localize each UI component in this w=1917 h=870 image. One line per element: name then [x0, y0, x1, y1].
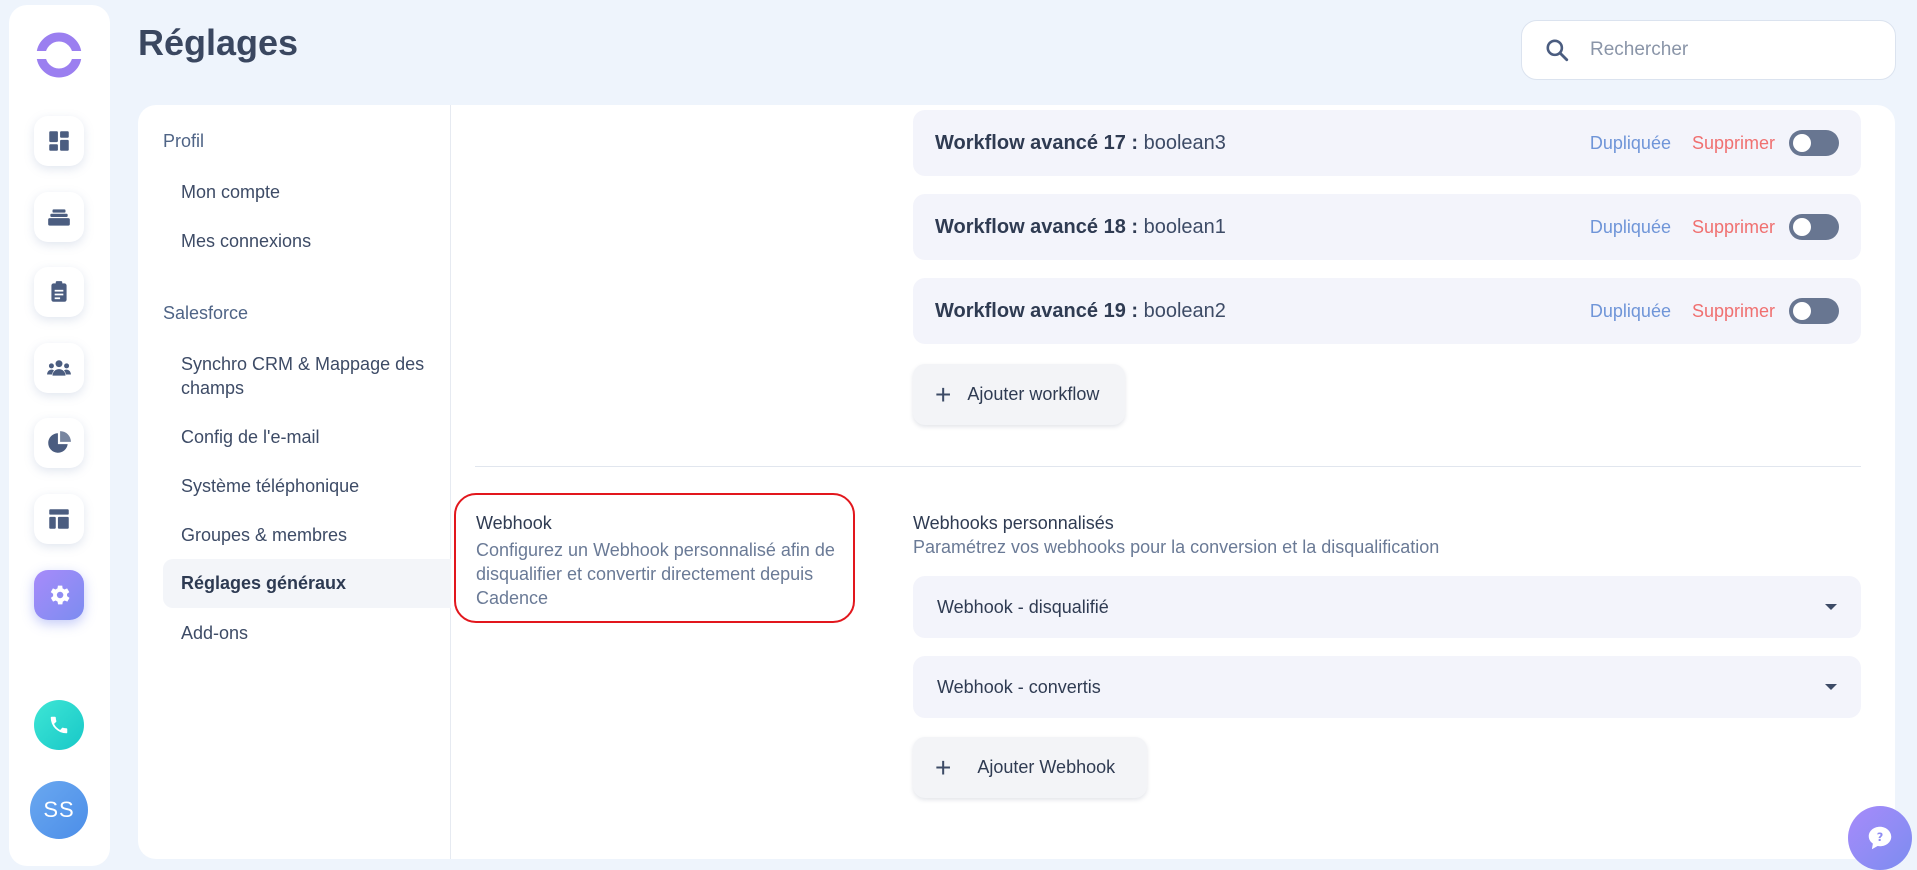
delete-link[interactable]: Supprimer — [1692, 217, 1775, 238]
user-avatar[interactable]: SS — [30, 781, 88, 839]
nav-item-config-email[interactable]: Config de l'e-mail — [163, 425, 451, 449]
workflow-row: Workflow avancé 19 : boolean2 Dupliquée … — [913, 278, 1861, 344]
section-divider — [475, 466, 1861, 467]
chevron-down-icon — [1825, 684, 1837, 690]
settings-nav: Profil Mon compte Mes connexions Salesfo… — [138, 105, 451, 859]
workflow-toggle[interactable] — [1789, 298, 1839, 324]
help-chat-icon: ? — [1868, 826, 1892, 850]
duplicate-link[interactable]: Dupliquée — [1590, 217, 1671, 238]
add-workflow-button[interactable]: + Ajouter workflow — [913, 364, 1126, 425]
clipboard-icon — [51, 281, 67, 302]
nav-templates-button[interactable] — [34, 494, 84, 544]
team-icon — [47, 360, 71, 376]
workflow-label: Workflow avancé 19 : — [935, 299, 1139, 322]
workflow-value: boolean1 — [1143, 215, 1226, 238]
nav-item-synchro-crm[interactable]: Synchro CRM & Mappage des champs — [163, 352, 451, 400]
workflow-name: Workflow avancé 17 : boolean3 — [935, 132, 1226, 155]
nav-settings-button[interactable] — [34, 570, 84, 620]
add-webhook-button[interactable]: + Ajouter Webhook — [913, 737, 1148, 798]
delete-link[interactable]: Supprimer — [1692, 133, 1775, 154]
nav-section-profile: Profil — [163, 131, 205, 151]
nav-item-reglages-generaux[interactable]: Réglages généraux — [163, 559, 451, 608]
duplicate-link[interactable]: Dupliquée — [1590, 301, 1671, 322]
custom-webhooks-title: Webhooks personnalisés — [913, 513, 1114, 533]
avatar-initials: SS — [43, 797, 75, 822]
search-icon — [1546, 39, 1569, 62]
nav-item-mon-compte[interactable]: Mon compte — [163, 180, 451, 204]
cadence-logo-icon[interactable] — [35, 31, 83, 79]
duplicate-link[interactable]: Dupliquée — [1590, 133, 1671, 154]
delete-link[interactable]: Supprimer — [1692, 301, 1775, 322]
add-workflow-label: Ajouter workflow — [967, 384, 1100, 404]
workflow-label: Workflow avancé 17 : — [935, 131, 1139, 154]
webhook-disqualified-dropdown[interactable]: Webhook - disqualifié — [913, 576, 1861, 638]
workflow-name: Workflow avancé 19 : boolean2 — [935, 300, 1226, 323]
workflow-row: Workflow avancé 17 : boolean3 Dupliquée … — [913, 110, 1861, 176]
plus-icon: + — [935, 751, 952, 783]
nav-section-salesforce: Salesforce — [163, 303, 249, 323]
app-sidebar: SS — [9, 5, 110, 866]
nav-item-add-ons[interactable]: Add-ons — [163, 621, 451, 645]
workflow-value: boolean3 — [1143, 131, 1226, 154]
workflow-name: Workflow avancé 18 : boolean1 — [935, 216, 1226, 239]
nav-item-systeme-telephonique[interactable]: Système téléphonique — [163, 474, 451, 498]
page-title: Réglages — [138, 22, 299, 63]
dashboard-icon — [49, 131, 69, 151]
webhook-converted-label: Webhook - convertis — [937, 676, 1101, 697]
search-box[interactable] — [1521, 20, 1896, 80]
nav-tasks-button[interactable] — [34, 267, 84, 317]
add-webhook-label: Ajouter Webhook — [977, 757, 1116, 777]
nav-cadences-button[interactable] — [34, 192, 84, 242]
webhook-description: Configurez un Webhook personnalisé afin … — [476, 540, 835, 608]
plus-icon: + — [935, 378, 952, 410]
nav-reports-button[interactable] — [34, 418, 84, 468]
workflow-toggle[interactable] — [1789, 214, 1839, 240]
nav-item-groupes-membres[interactable]: Groupes & membres — [163, 523, 451, 547]
nav-dashboard-button[interactable] — [34, 116, 84, 166]
custom-webhooks-description: Paramétrez vos webhooks pour la conversi… — [913, 537, 1440, 557]
workflow-value: boolean2 — [1143, 299, 1226, 322]
nav-item-mes-connexions[interactable]: Mes connexions — [163, 229, 451, 253]
nav-people-button[interactable] — [34, 343, 84, 393]
webhook-converted-dropdown[interactable]: Webhook - convertis — [913, 656, 1861, 718]
stack-icon — [48, 209, 70, 226]
phone-icon — [50, 716, 68, 734]
svg-text:?: ? — [1877, 831, 1884, 844]
chevron-down-icon — [1825, 604, 1837, 610]
gear-icon — [50, 585, 70, 605]
search-input[interactable] — [1590, 39, 1870, 61]
webhook-disqualified-label: Webhook - disqualifié — [937, 596, 1109, 617]
help-chat-button[interactable]: ? — [1848, 806, 1912, 870]
settings-card: Profil Mon compte Mes connexions Salesfo… — [138, 105, 1895, 859]
layout-icon — [49, 509, 69, 529]
workflow-row: Workflow avancé 18 : boolean1 Dupliquée … — [913, 194, 1861, 260]
webhook-title: Webhook — [476, 513, 552, 533]
workflow-toggle[interactable] — [1789, 130, 1839, 156]
pie-chart-icon — [48, 431, 71, 453]
phone-button[interactable] — [34, 700, 84, 750]
workflow-label: Workflow avancé 18 : — [935, 215, 1139, 238]
